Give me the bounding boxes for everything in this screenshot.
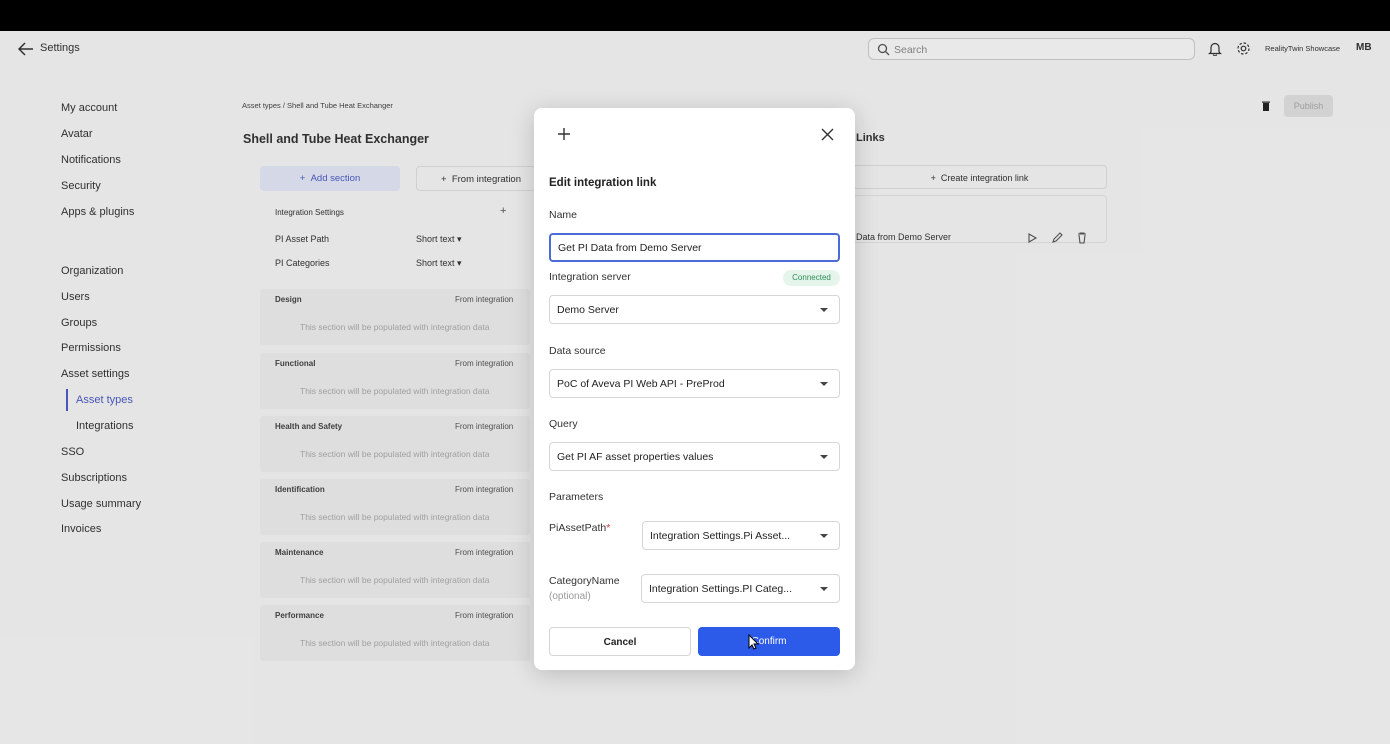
data-source-label: Data source [549,345,606,357]
chevron-down-icon [820,587,828,591]
pi-asset-path-select[interactable]: Integration Settings.Pi Asset... [642,521,840,550]
status-badge: Connected [783,270,840,286]
edit-integration-link-modal: Edit integration link Name Get PI Data f… [534,108,855,670]
plus-icon [558,128,570,140]
data-source-select[interactable]: PoC of Aveva PI Web API - PreProd [549,369,840,398]
required-marker: * [606,522,611,534]
pi-asset-path-value: Integration Settings.Pi Asset... [650,530,791,542]
integration-server-label: Integration server [549,271,631,283]
close-icon[interactable] [821,128,834,141]
integration-server-select[interactable]: Demo Server [549,295,840,324]
name-field[interactable]: Get PI Data from Demo Server [549,233,840,262]
param-label-text: PiAssetPath [549,522,607,534]
integration-server-value: Demo Server [557,304,619,316]
cancel-button[interactable]: Cancel [549,627,691,656]
name-label: Name [549,209,578,221]
chevron-down-icon [820,382,828,386]
data-source-value: PoC of Aveva PI Web API - PreProd [557,378,725,390]
category-name-value: Integration Settings.PI Categ... [649,583,793,595]
optional-label: (optional) [549,591,591,602]
chevron-down-icon [820,455,828,459]
chevron-down-icon [820,534,828,538]
query-value: Get PI AF asset properties values [557,451,714,463]
category-name-label: CategoryName [549,575,620,587]
mouse-cursor-icon [748,634,760,650]
query-select[interactable]: Get PI AF asset properties values [549,442,840,471]
query-label: Query [549,418,578,430]
parameters-label: Parameters [549,491,604,503]
category-name-select[interactable]: Integration Settings.PI Categ... [641,574,840,603]
settings-app: Settings Search RealityTwin Showcase MB … [0,31,1390,744]
chevron-down-icon [820,308,828,312]
modal-title: Edit integration link [549,177,657,189]
confirm-button[interactable]: Confirm [698,627,840,656]
pi-asset-path-label: PiAssetPath* [549,522,610,534]
